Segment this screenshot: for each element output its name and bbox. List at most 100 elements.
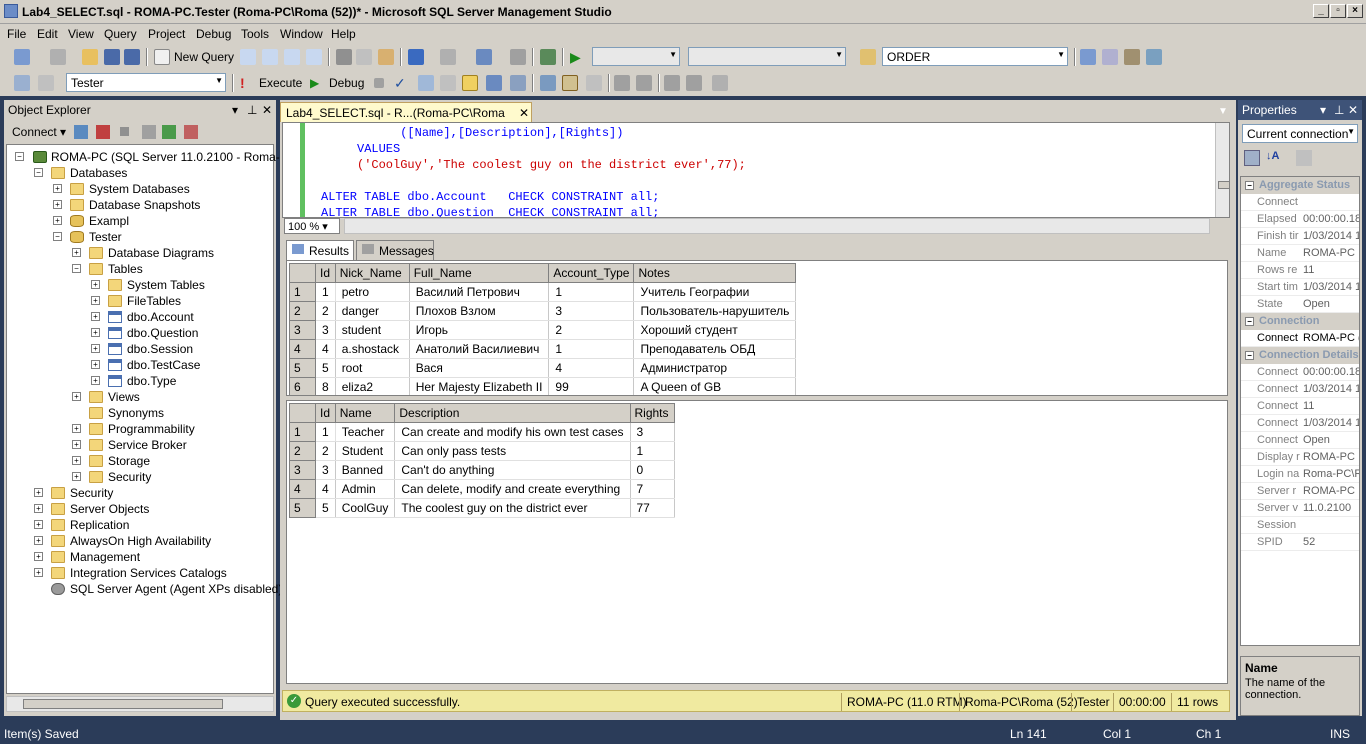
decrease-indent-icon[interactable] — [664, 75, 680, 91]
query-designer-icon[interactable] — [440, 75, 456, 91]
object-explorer-icon[interactable] — [1080, 49, 1096, 65]
platform-combo[interactable]: ▼ — [688, 47, 846, 66]
property-row[interactable]: Name ROMA-PC — [1241, 245, 1359, 262]
uncomment-icon[interactable] — [636, 75, 652, 91]
property-row[interactable]: State Open — [1241, 296, 1359, 313]
results-to-text-icon[interactable] — [540, 75, 556, 91]
column-header[interactable]: Description — [394, 403, 631, 423]
panel-close-icon[interactable]: ✕ — [1348, 103, 1358, 117]
change-connection-icon[interactable] — [38, 75, 54, 91]
sql-editor[interactable]: ([Name],[Description],[Rights]) VALUES (… — [282, 122, 1230, 218]
save-icon[interactable] — [104, 49, 120, 65]
property-row[interactable]: Connect Open — [1241, 432, 1359, 449]
results-to-file-icon[interactable] — [586, 75, 602, 91]
column-header[interactable]: Rights — [629, 403, 675, 423]
property-row[interactable]: Server r ROMA-PC — [1241, 483, 1359, 500]
find-combo[interactable]: ORDER ▼ — [882, 47, 1068, 66]
menu-query[interactable]: Query — [104, 27, 137, 41]
property-row[interactable]: Start tim 1/03/2014 1 — [1241, 279, 1359, 296]
property-row[interactable]: Connect 1/03/2014 1 — [1241, 381, 1359, 398]
column-header[interactable]: Nick_Name — [334, 263, 410, 283]
property-row[interactable]: Server v 11.0.2100 — [1241, 500, 1359, 517]
property-row[interactable]: Finish tir 1/03/2014 1 — [1241, 228, 1359, 245]
find-in-files-icon[interactable] — [860, 49, 876, 65]
document-tab[interactable]: Lab4_SELECT.sql - R...(Roma-PC\Roma (52)… — [280, 102, 532, 134]
execute-button[interactable]: Execute — [259, 76, 302, 90]
paste-icon[interactable] — [378, 49, 394, 65]
property-row[interactable]: ConnectROMA-PC (R — [1241, 330, 1359, 347]
column-header[interactable]: Name — [334, 403, 396, 423]
table-row[interactable]: 4 4 Admin Can delete, modify and create eve… — [289, 479, 675, 499]
property-pages-icon[interactable] — [1296, 150, 1312, 166]
new-query-icon[interactable] — [154, 49, 170, 65]
query-db-icon[interactable] — [240, 49, 256, 65]
table-row[interactable]: 5 5 CoolGuy The coolest guy on the district… — [289, 498, 675, 518]
undo-icon[interactable] — [408, 49, 424, 65]
results-grid-types[interactable]: Id Name Description Rights 1 1 Teacher Can … — [286, 400, 1228, 684]
table-row[interactable]: 4 4 a.shostack Анатолий Василиевич 1 Преподав… — [289, 339, 797, 359]
cancel-query-icon[interactable] — [374, 78, 384, 88]
include-plan-icon[interactable] — [510, 75, 526, 91]
properties-object-selector[interactable]: Current connection ▼ — [1242, 124, 1358, 143]
zoom-combo[interactable]: 100 % ▾ — [284, 218, 340, 234]
copy-icon[interactable] — [356, 49, 372, 65]
property-row[interactable]: Connect 11 — [1241, 398, 1359, 415]
add-item-icon[interactable] — [50, 49, 66, 65]
specify-template-icon[interactable] — [712, 75, 728, 91]
solution-config-combo[interactable]: ▼ — [592, 47, 680, 66]
property-row[interactable]: Display r ROMA-PC — [1241, 449, 1359, 466]
specify-values-icon[interactable] — [486, 75, 502, 91]
navigate-forward-icon[interactable] — [510, 49, 526, 65]
panel-menu-icon[interactable]: ▾ — [1320, 103, 1326, 117]
pin-icon[interactable]: ⊥ — [1334, 103, 1344, 117]
table-row[interactable]: 2 2 danger Плохов Взлом 3 Пользователь-наруши… — [289, 301, 797, 321]
debug-button[interactable]: Debug — [329, 76, 364, 90]
menu-window[interactable]: Window — [280, 27, 323, 41]
table-row[interactable]: 1 1 Teacher Can create and modify his own t… — [289, 422, 675, 442]
connect-icon[interactable] — [14, 75, 30, 91]
stop-icon[interactable] — [120, 127, 129, 136]
menu-view[interactable]: View — [68, 27, 94, 41]
activity-icon[interactable] — [184, 125, 198, 139]
property-row[interactable]: Session — [1241, 517, 1359, 534]
panel-close-icon[interactable]: ✕ — [262, 103, 272, 117]
disconnect-icon[interactable] — [96, 125, 110, 139]
database-combo[interactable]: Tester ▼ — [66, 73, 226, 92]
table-row[interactable]: 2 2 Student Can only pass tests 1 — [289, 441, 675, 461]
menu-edit[interactable]: Edit — [37, 27, 58, 41]
editor-horizontal-scrollbar[interactable] — [344, 218, 1210, 234]
pin-icon[interactable]: ⊥ — [247, 103, 257, 117]
property-row[interactable]: Login naRoma-PC\Ro — [1241, 466, 1359, 483]
debug-icon[interactable]: ▶ — [310, 75, 326, 91]
property-grid[interactable]: − Aggregate Status Connect Elapsed 00:00:0… — [1240, 176, 1360, 646]
table-row[interactable]: 3 3 student Игорь 2 Хороший студент — [289, 320, 797, 340]
panel-menu-icon[interactable]: ▾ — [232, 103, 238, 117]
minimize-button[interactable]: _ — [1313, 4, 1329, 18]
property-row[interactable]: Elapsed 00:00:00.18 — [1241, 211, 1359, 228]
connect-object-explorer-icon[interactable] — [74, 125, 88, 139]
column-header[interactable]: Notes — [633, 263, 797, 283]
tab-dropdown-icon[interactable]: ▼ — [1218, 106, 1228, 117]
table-row[interactable]: 6 8 eliza2 Her Majesty Elizabeth II 99 A Quee… — [289, 377, 797, 395]
query-dmx-icon[interactable] — [306, 49, 322, 65]
cut-icon[interactable] — [336, 49, 352, 65]
editor-vertical-scrollbar[interactable] — [1215, 123, 1229, 217]
alphabetical-icon[interactable]: ↓A — [1266, 150, 1282, 166]
save-all-icon[interactable] — [124, 49, 140, 65]
results-to-grid-icon[interactable] — [562, 75, 578, 91]
property-row[interactable]: Rows re 11 — [1241, 262, 1359, 279]
filter-icon[interactable] — [142, 125, 156, 139]
column-header[interactable]: Account_Type — [548, 263, 635, 283]
property-row[interactable]: Connect 1/03/2014 1 — [1241, 415, 1359, 432]
display-plan-icon[interactable] — [418, 75, 434, 91]
table-row[interactable]: 1 1 petro Василий Петрович 1 Учитель Географи… — [289, 282, 797, 302]
property-row[interactable]: Connect 00:00:00.18 — [1241, 364, 1359, 381]
menu-tools[interactable]: Tools — [241, 27, 269, 41]
menu-help[interactable]: Help — [331, 27, 356, 41]
increase-indent-icon[interactable] — [686, 75, 702, 91]
start-icon[interactable]: ▶ — [570, 49, 586, 65]
comment-icon[interactable] — [614, 75, 630, 91]
redo-icon[interactable] — [440, 49, 456, 65]
tree-horizontal-scrollbar[interactable] — [6, 696, 274, 712]
properties-window-icon[interactable] — [1102, 49, 1118, 65]
